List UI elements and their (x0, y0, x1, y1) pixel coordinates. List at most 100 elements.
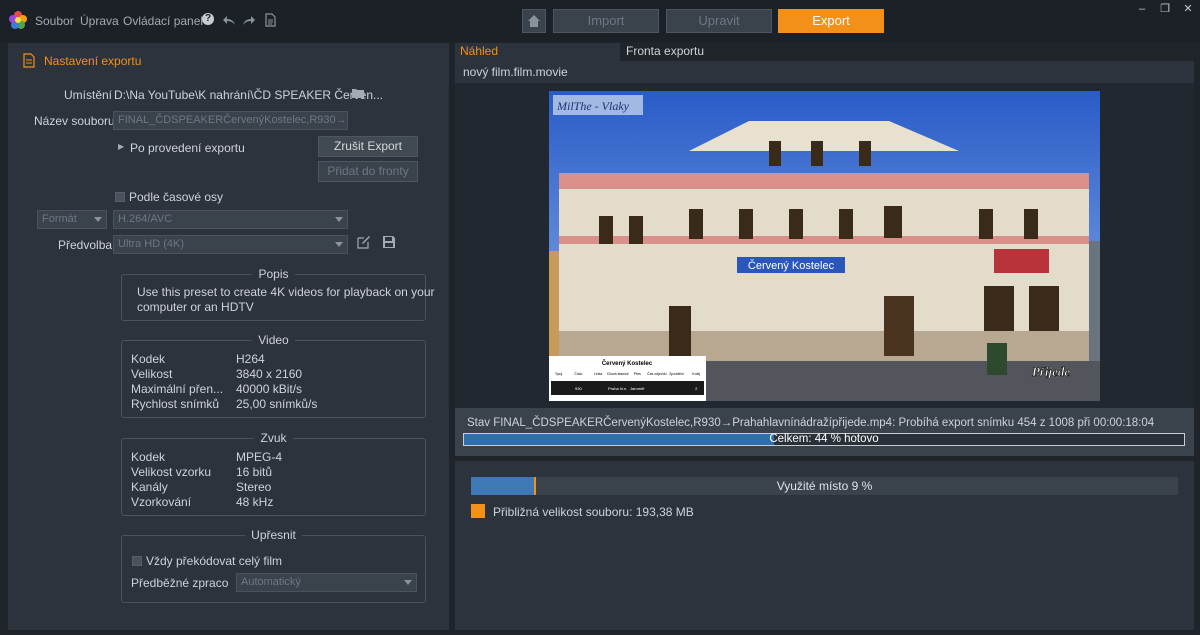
expand-arrow-icon[interactable]: ▶ (118, 142, 124, 151)
popis-text-line1: Use this preset to create 4K videos for … (137, 285, 435, 299)
folder-icon[interactable] (352, 88, 364, 98)
redo-icon[interactable] (242, 13, 256, 27)
vzdy-prekodovat-checkbox[interactable] (132, 556, 142, 566)
disk-usage-panel: Využité místo 9 % Přibližná velikost sou… (455, 461, 1194, 630)
board-header-cell: Číslo (574, 371, 582, 376)
video-preview-image: Červený Kostelec MilThe - Vlaky Červený … (549, 91, 1100, 401)
zvuk-key: Vzorkování (131, 495, 192, 509)
board-row-cell: Praha hl.n. (608, 386, 627, 391)
video-value: H264 (236, 352, 265, 366)
upresnit-box: Upřesnit Vždy překódovat celý film Předb… (121, 528, 426, 603)
export-progress-text: Celkem: 44 % hotovo (769, 433, 879, 445)
app-logo-icon (9, 11, 27, 29)
tab-nahled[interactable]: Náhled (455, 43, 620, 61)
zvuk-key: Kanály (131, 480, 168, 494)
top-bar: Soubor Úprava Ovládací panel ? Import Up… (0, 0, 1200, 42)
board-header-cell: Kolej (692, 372, 700, 376)
popis-title: Popis (252, 267, 295, 281)
nazev-label: Název souboru (34, 114, 115, 128)
video-box: Video Kodek H264 Velikost 3840 x 2160 Ma… (121, 333, 426, 418)
format-value: H.264/AVC (118, 213, 173, 225)
export-button[interactable]: Export (778, 9, 884, 33)
predvolba-dropdown[interactable]: Ultra HD (4K) (113, 235, 348, 254)
board-header-cell: Čas odjezdu (647, 371, 667, 376)
home-icon (528, 15, 540, 27)
status-text: Stav FINAL_ČDSPEAKERČervenýKostelec,R930… (467, 417, 1155, 429)
podle-casove-osy-label: Podle časové osy (129, 190, 224, 204)
restore-icon[interactable]: ❐ (1158, 3, 1172, 15)
predbezne-dropdown[interactable]: Automatický (236, 573, 417, 592)
vzdy-prekodovat-label: Vždy překódovat celý film (146, 554, 283, 568)
prijede-text: Přijede (1032, 364, 1070, 379)
import-button[interactable]: Import (553, 9, 659, 33)
home-button[interactable] (522, 9, 546, 33)
zvuk-key: Kodek (131, 450, 166, 464)
board-header-cell: Linka (594, 372, 602, 376)
predbezne-label: Předběžné zpraco (131, 576, 229, 590)
po-provedeni-label[interactable]: Po provedení exportu (130, 141, 245, 155)
disk-usage-text: Využité místo 9 % (776, 479, 873, 493)
chevron-down-icon (404, 580, 412, 585)
zrusit-export-button[interactable]: Zrušit Export (318, 136, 418, 157)
pridat-do-fronty-button[interactable]: Přidat do fronty (318, 161, 418, 182)
zvuk-value: MPEG-4 (236, 450, 283, 464)
board-row-bg (551, 381, 704, 395)
chevron-down-icon (335, 242, 343, 247)
zvuk-value: 16 bitů (236, 465, 273, 479)
popis-box: Popis Use this preset to create 4K video… (121, 267, 435, 321)
video-key: Rychlost snímků (131, 397, 220, 411)
video-value: 40000 kBit/s (236, 382, 303, 396)
format-dropdown[interactable]: Formát (37, 210, 107, 229)
predbezne-value: Automatický (241, 576, 301, 588)
menu-ovladaci-panel[interactable]: Ovládací panel (123, 14, 203, 28)
export-settings-panel: Nastavení exportu Umístění D:\Na YouTube… (8, 43, 449, 630)
preview-panel: nový film.film.movie Červený Kostelec Mi… (455, 61, 1194, 456)
watermark-text: MilThe - Vlaky (556, 99, 630, 113)
board-header-cell: Přes (634, 372, 641, 376)
edit-icon[interactable] (357, 235, 371, 249)
video-title: Video (252, 333, 295, 347)
station-sign-text: Červený Kostelec (748, 259, 835, 272)
video-key: Kodek (131, 352, 166, 366)
menu-uprava[interactable]: Úprava (80, 14, 119, 28)
status-bar: Stav FINAL_ČDSPEAKERČervenýKostelec,R930… (455, 408, 1194, 456)
zvuk-value: Stereo (236, 480, 272, 494)
upravit-button[interactable]: Upravit (666, 9, 772, 33)
board-row-cell: Jaroměř (630, 386, 645, 391)
zvuk-value: 48 kHz (236, 495, 274, 509)
board-header-cell: Spoj (555, 372, 562, 376)
board-title: Červený Kostelec (602, 360, 653, 367)
upresnit-title: Upřesnit (245, 528, 302, 542)
predvolba-label: Předvolba (58, 238, 113, 252)
menu-soubor[interactable]: Soubor (35, 14, 74, 28)
filename-input[interactable]: FINAL_ČDSPEAKERČervenýKostelec,R930→Pra (113, 111, 348, 130)
save-icon[interactable] (382, 235, 396, 249)
video-key: Maximální přen... (131, 382, 224, 396)
board-header-cell: Cílová stanice (607, 372, 629, 376)
format-label: Formát (42, 213, 77, 225)
file-size-text: Přibližná velikost souboru: 193,38 MB (493, 505, 694, 519)
video-key: Velikost (131, 367, 173, 381)
umisteni-value: D:\Na YouTube\K nahrání\ČD SPEAKER Červe… (114, 88, 384, 102)
video-value: 25,00 snímků/s (236, 397, 318, 411)
podle-casove-osy-checkbox[interactable] (115, 192, 125, 202)
zvuk-key: Velikost vzorku (131, 465, 212, 479)
file-size-swatch (471, 504, 485, 518)
umisteni-label: Umístění (64, 88, 113, 102)
undo-icon[interactable] (222, 13, 236, 27)
export-settings-icon (23, 53, 35, 68)
document-icon[interactable] (263, 13, 277, 27)
tab-fronta-exportu[interactable]: Fronta exportu (620, 43, 1194, 61)
help-icon[interactable]: ? (202, 13, 214, 25)
board-header-cell: Zpoždění (669, 372, 684, 376)
section-title: Nastavení exportu (44, 54, 142, 68)
export-progress-bar: Celkem: 44 % hotovo (463, 433, 1185, 446)
board-row-cell: 930 (575, 386, 582, 391)
chevron-down-icon (94, 217, 102, 222)
minimize-icon[interactable]: – (1135, 3, 1149, 15)
close-icon[interactable]: ✕ (1181, 3, 1195, 15)
format-value-dropdown[interactable]: H.264/AVC (113, 210, 348, 229)
film-title: nový film.film.movie (463, 65, 568, 79)
preview-area: Červený Kostelec MilThe - Vlaky Červený … (455, 83, 1194, 408)
chevron-down-icon (335, 217, 343, 222)
